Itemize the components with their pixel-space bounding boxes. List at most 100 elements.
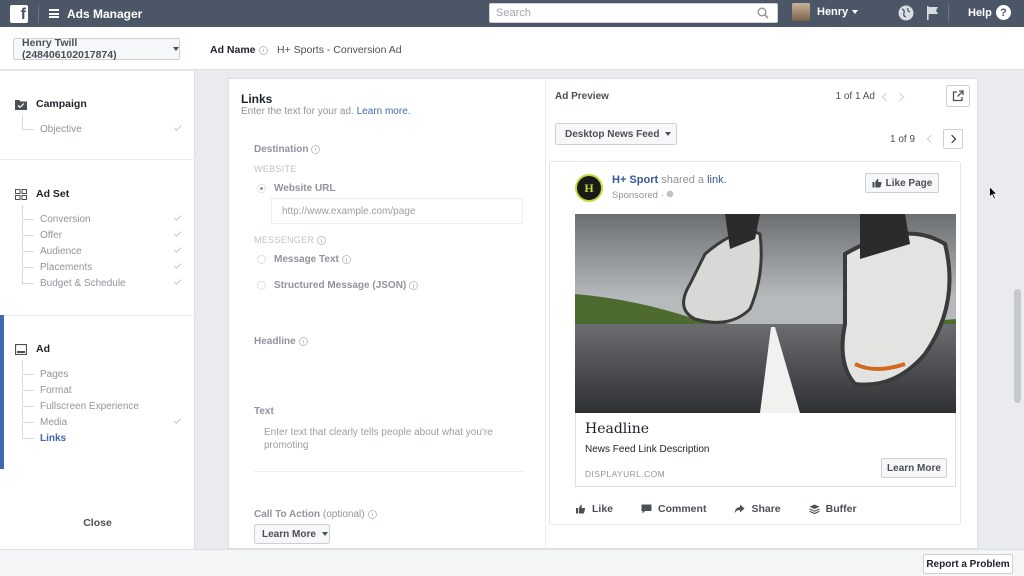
- buffer-icon[interactable]: [808, 504, 820, 514]
- sidebar-section-ad: Ad Pages Format Fullscreen Experience Me…: [0, 341, 195, 446]
- info-icon[interactable]: [367, 509, 377, 519]
- sidebar-item-campaign[interactable]: Campaign: [0, 96, 195, 112]
- close-button[interactable]: Close: [0, 517, 195, 529]
- chevron-left-icon[interactable]: [881, 92, 891, 101]
- info-icon[interactable]: [298, 336, 308, 346]
- ad-image[interactable]: [575, 214, 956, 413]
- running-shoes-image[interactable]: [575, 214, 956, 413]
- chevron-left-icon[interactable]: [926, 134, 935, 144]
- check-icon: [173, 416, 182, 424]
- display-url: DISPLAYURL.COM: [585, 469, 666, 479]
- divider: [948, 4, 949, 22]
- page-logo[interactable]: H: [575, 174, 603, 202]
- help-icon[interactable]: ?: [995, 5, 1011, 20]
- facebook-logo-icon[interactable]: f: [10, 4, 28, 23]
- share-action[interactable]: Share: [734, 503, 781, 515]
- sidebar-item-media[interactable]: Media: [22, 408, 195, 430]
- external-link-icon[interactable]: [952, 90, 964, 102]
- globe-icon: [667, 190, 674, 198]
- account-name[interactable]: Henry Twill (248406102017874): [22, 37, 167, 61]
- website-url-input[interactable]: [271, 198, 523, 224]
- sidebar-section-campaign: Campaign Objective: [0, 96, 195, 137]
- thumbs-up-icon[interactable]: [575, 504, 586, 514]
- search-box[interactable]: [489, 3, 778, 23]
- search-input[interactable]: [490, 7, 757, 19]
- comment-action[interactable]: Comment: [641, 503, 706, 515]
- avatar[interactable]: [792, 3, 810, 21]
- user-name[interactable]: Henry: [817, 6, 848, 18]
- cta-dropdown[interactable]: Learn More: [254, 524, 330, 544]
- sidebar-item-adset[interactable]: Ad Set: [0, 186, 195, 202]
- sidebar-item-pages[interactable]: Pages: [22, 360, 195, 382]
- ad-text-input[interactable]: [254, 420, 523, 472]
- like-page-button[interactable]: Like Page: [865, 173, 939, 193]
- message-text-option[interactable]: Message Text: [257, 254, 351, 265]
- flag-icon[interactable]: [924, 4, 942, 22]
- link-attachment[interactable]: Headline News Feed Link Description DISP…: [575, 413, 956, 487]
- divider: [0, 315, 195, 316]
- placement-dropdown[interactable]: Desktop News Feed: [555, 123, 677, 145]
- sidebar-item-budget-schedule[interactable]: Budget & Schedule: [22, 269, 195, 291]
- user-menu[interactable]: Henry: [792, 3, 859, 21]
- page-scrollbar[interactable]: [1012, 71, 1024, 549]
- prev-placement-button[interactable]: [919, 129, 939, 149]
- thumbs-up-icon[interactable]: [872, 178, 882, 188]
- search-icon[interactable]: [757, 7, 769, 19]
- main-panel: Links Enter the text for your ad. Learn …: [228, 78, 978, 550]
- chevron-right-icon[interactable]: [895, 92, 905, 101]
- sidebar-item-audience[interactable]: Audience: [22, 237, 195, 259]
- sidebar-item-objective[interactable]: Objective: [22, 115, 195, 137]
- info-icon[interactable]: [409, 281, 419, 290]
- buffer-action[interactable]: Buffer: [808, 503, 857, 515]
- menu-icon[interactable]: [49, 9, 59, 18]
- info-icon[interactable]: [341, 255, 351, 264]
- sidebar-item-conversion[interactable]: Conversion: [22, 205, 195, 227]
- website-url-option[interactable]: Website URL: [257, 183, 336, 194]
- section-description: Enter the text for your ad. Learn more.: [241, 106, 411, 117]
- chevron-down-icon[interactable]: [665, 132, 672, 136]
- sidebar-item-links[interactable]: Links: [22, 424, 195, 446]
- chevron-down-icon[interactable]: [321, 532, 328, 536]
- sidebar-item-format[interactable]: Format: [22, 376, 195, 398]
- sidebar-item-ad[interactable]: Ad: [0, 341, 195, 357]
- ad-headline[interactable]: Headline: [585, 421, 649, 437]
- section-title: Links: [241, 92, 273, 106]
- app-title[interactable]: Ads Manager: [67, 7, 142, 21]
- ad-tree: Pages Format Fullscreen Experience Media…: [22, 360, 195, 446]
- chevron-down-icon[interactable]: [852, 10, 859, 14]
- scrollbar-thumb[interactable]: [1014, 289, 1021, 403]
- help-button[interactable]: Help ?: [968, 5, 1011, 20]
- learn-more-button[interactable]: Learn More: [881, 458, 947, 478]
- open-external-button[interactable]: [946, 85, 970, 107]
- check-icon: [173, 229, 182, 237]
- like-action[interactable]: Like: [575, 503, 613, 515]
- share-icon[interactable]: [734, 504, 745, 514]
- radio-unselected[interactable]: [257, 281, 266, 290]
- next-placement-button[interactable]: [943, 129, 964, 149]
- report-problem-button[interactable]: Report a Problem: [923, 554, 1013, 574]
- page-name-link[interactable]: H+ Sport: [612, 174, 658, 186]
- info-icon[interactable]: [311, 144, 321, 154]
- links-form: Links Enter the text for your ad. Learn …: [229, 79, 545, 550]
- structured-message-option[interactable]: Structured Message (JSON): [257, 280, 419, 291]
- sidebar-item-offer[interactable]: Offer: [22, 221, 195, 243]
- chevron-down-icon[interactable]: [173, 47, 179, 51]
- learn-more-link[interactable]: Learn more.: [357, 106, 411, 117]
- sidebar-item-placements[interactable]: Placements: [22, 253, 195, 275]
- account-selector[interactable]: Henry Twill (248406102017874): [13, 37, 180, 61]
- globe-icon[interactable]: [897, 4, 915, 22]
- help-label[interactable]: Help: [968, 7, 992, 19]
- comment-icon[interactable]: [641, 504, 652, 514]
- divider: [0, 159, 195, 160]
- destination-label: Destination: [254, 144, 321, 155]
- check-icon: [173, 245, 182, 253]
- info-icon[interactable]: [317, 236, 327, 246]
- radio-selected[interactable]: [257, 184, 266, 193]
- link-link[interactable]: link.: [707, 174, 727, 186]
- ad-name-value[interactable]: H+ Sports - Conversion Ad: [277, 44, 402, 56]
- sidebar-item-fullscreen-experience[interactable]: Fullscreen Experience: [22, 392, 195, 414]
- cta-label: Call To Action (optional): [254, 509, 377, 520]
- radio-unselected[interactable]: [257, 255, 266, 264]
- chevron-right-icon[interactable]: [947, 134, 956, 144]
- info-icon[interactable]: [258, 45, 268, 55]
